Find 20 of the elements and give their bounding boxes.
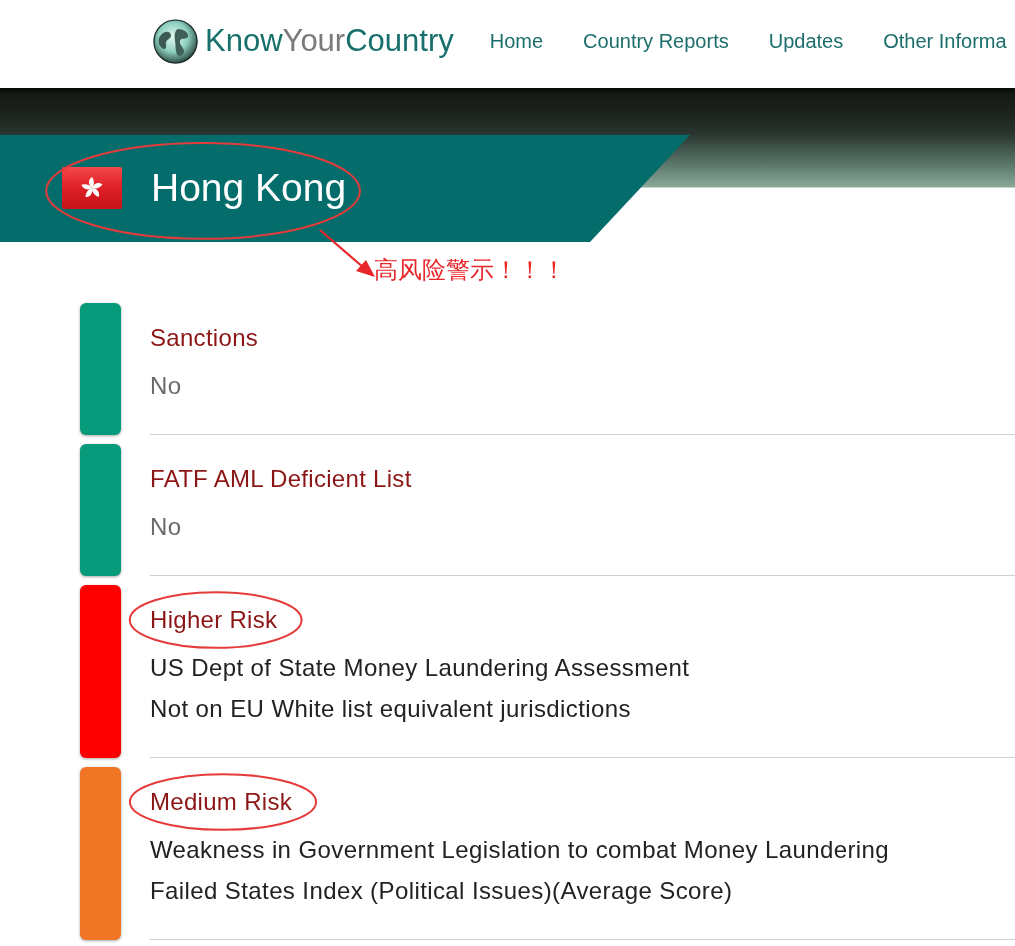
risk-factor: Failed States Index (Political Issues)(Average Score) <box>150 876 734 906</box>
status-value: No <box>150 371 183 401</box>
country-title: Hong Kong <box>151 165 347 212</box>
section-title: Higher Risk <box>150 605 278 635</box>
section-title: FATF AML Deficient List <box>150 464 412 494</box>
nav-link[interactable]: Other Informa <box>883 28 1007 54</box>
risk-factor: Not on EU White list equivalent jurisdictions <box>150 694 632 724</box>
nav-link[interactable]: Country Reports <box>583 28 729 54</box>
annotation-arrow <box>318 228 376 278</box>
nav-link[interactable]: Home <box>489 28 544 54</box>
section-title: Medium Risk <box>150 787 292 817</box>
status-value: No <box>150 512 183 542</box>
site-logo-text[interactable]: KnowYourCountry <box>205 22 454 60</box>
section-title: Sanctions <box>150 323 259 353</box>
nav-link[interactable]: Updates <box>768 28 844 54</box>
risk-factor: Weakness in Government Legislation to combat Money Laundering <box>150 835 891 865</box>
risk-factor: US Dept of State Money Laundering Assessment <box>150 653 691 683</box>
globe-icon <box>153 18 198 64</box>
flag-icon <box>62 167 122 210</box>
annotation-text: 高风险警示！！！ <box>374 255 566 286</box>
